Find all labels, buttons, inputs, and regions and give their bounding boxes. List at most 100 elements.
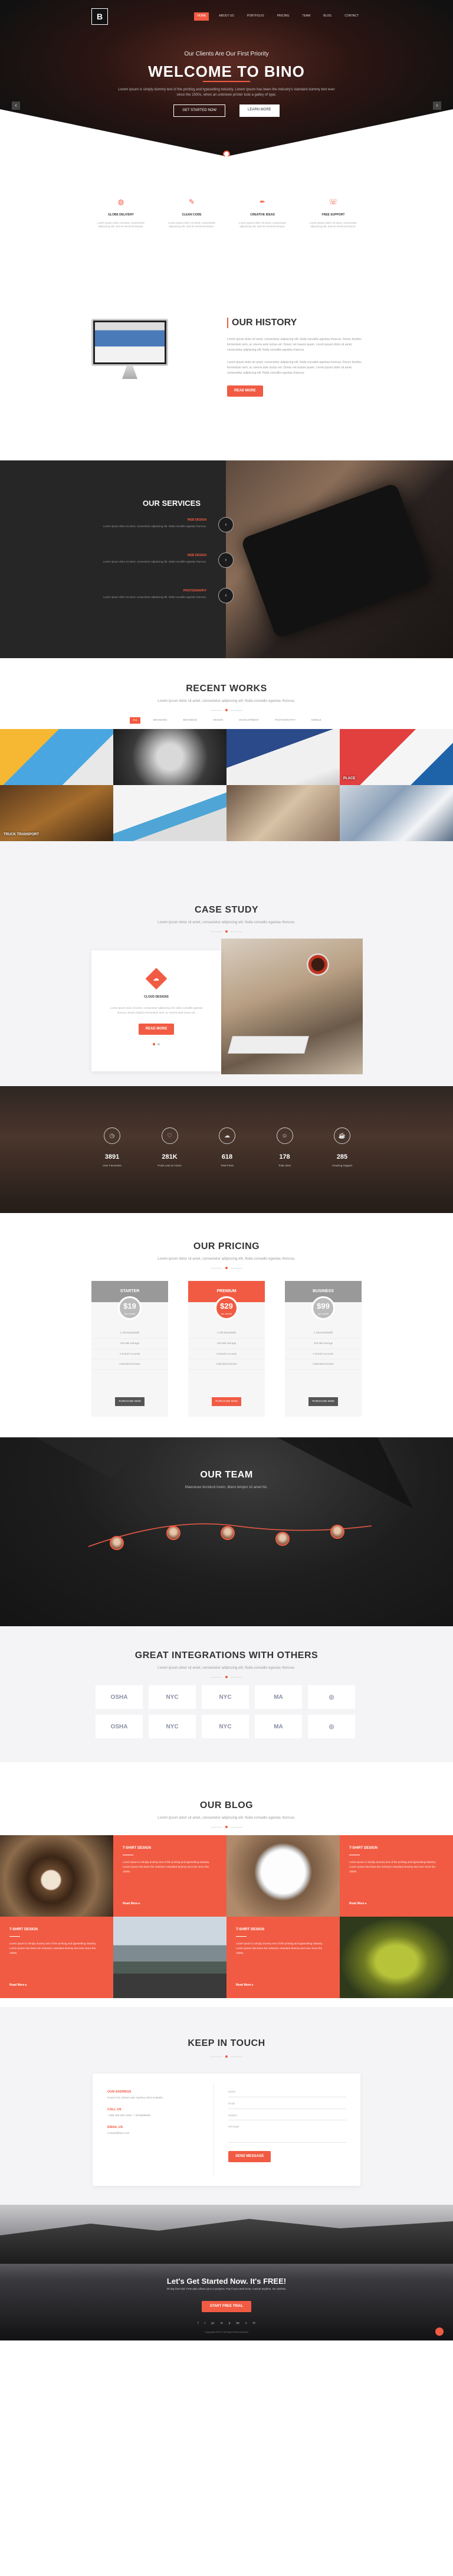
page-dot[interactable] xyxy=(157,1042,160,1045)
portfolio-tile[interactable]: PLACE xyxy=(340,729,453,785)
blog-post[interactable]: T-SHIRT DESIGN Lorem ipsum is simply dum… xyxy=(340,1835,453,1917)
feature-title: GLOBE DELIVERY xyxy=(108,213,134,217)
partner-logo[interactable]: MA xyxy=(255,1685,302,1709)
filter-item[interactable]: BRANDING xyxy=(180,717,201,724)
slider-prev-arrow-icon[interactable]: ‹ xyxy=(12,102,20,110)
filter-all[interactable]: ALL xyxy=(130,717,141,724)
portfolio-tile[interactable] xyxy=(113,785,226,841)
case-read-more-button[interactable]: READ MORE xyxy=(138,1023,175,1035)
team-member-avatar[interactable] xyxy=(166,1526,180,1540)
partner-logo[interactable]: NYC xyxy=(149,1685,196,1709)
slider-next-arrow-icon[interactable]: › xyxy=(433,102,441,110)
filter-item[interactable]: DESIGN xyxy=(210,717,226,724)
portfolio-tile[interactable] xyxy=(226,729,340,785)
contact-box: OUR ADDRESS House #13, Street road, Sydn… xyxy=(93,2074,360,2186)
team-member-avatar[interactable] xyxy=(110,1536,124,1550)
history-read-more-button[interactable]: READ MORE xyxy=(227,385,263,397)
page-dot[interactable] xyxy=(153,1042,155,1045)
portfolio-tile[interactable] xyxy=(113,729,226,785)
filter-item[interactable]: MOBILE xyxy=(308,717,324,724)
service-item: WEB DESIGN Lorem ipsum dolor sit amet, c… xyxy=(103,518,206,528)
partner-logo[interactable]: NYC xyxy=(202,1685,249,1709)
stats-section: ◷ 3891 User Favourites ♡ 281K Posts Last 24 … xyxy=(0,1086,453,1213)
behance-icon[interactable]: be xyxy=(236,2322,239,2326)
subject-field[interactable]: Subject xyxy=(228,2109,346,2121)
cup-icon: ☕ xyxy=(334,1127,350,1144)
history-section: OUR HISTORY Lorem ipsum dolor sit amet, … xyxy=(0,283,453,460)
team-member-avatar[interactable] xyxy=(221,1526,235,1540)
hero-divider xyxy=(203,81,250,82)
email-field[interactable]: Email xyxy=(228,2097,346,2109)
linkedin-icon[interactable]: in xyxy=(221,2322,223,2326)
message-field[interactable]: Message xyxy=(228,2120,346,2143)
google-plus-icon[interactable]: g+ xyxy=(211,2322,215,2326)
blog-title: OUR BLOG xyxy=(199,1800,254,1810)
partner-logo[interactable]: ◎ xyxy=(308,1685,355,1709)
integrations-title: GREAT INTEGRATIONS WITH OTHERS xyxy=(134,1650,319,1660)
case-title: CASE STUDY xyxy=(194,905,259,915)
blog-post[interactable]: T-SHIRT DESIGN Lorem ipsum is simply dum… xyxy=(113,1835,226,1917)
contact-section: KEEP IN TOUCH OUR ADDRESS House #13, Str… xyxy=(0,2007,453,2205)
scroll-down-icon[interactable] xyxy=(223,151,230,156)
nav-item-team[interactable]: TEAM xyxy=(299,12,313,21)
portfolio-tile[interactable] xyxy=(226,785,340,841)
nav-item-home[interactable]: HOME xyxy=(194,12,209,21)
mail-icon[interactable]: ✉ xyxy=(253,2322,255,2326)
send-message-button[interactable]: SEND MESSAGE xyxy=(228,2151,271,2163)
read-more-link[interactable]: Read More ▸ xyxy=(236,1983,253,1988)
partner-logo[interactable]: MA xyxy=(255,1715,302,1738)
heart-icon: ♡ xyxy=(161,1127,178,1144)
service-toggle-icon[interactable]: ‹ xyxy=(218,553,234,568)
feature-desc: Lorem ipsum dolor sit amet, consectetur … xyxy=(309,221,357,228)
read-more-link[interactable]: Read More ▸ xyxy=(349,1902,366,1907)
blog-post[interactable]: T-SHIRT DESIGN Lorem ipsum is simply dum… xyxy=(0,1917,113,1998)
nav-item-contact[interactable]: CONTACT xyxy=(342,12,362,21)
pinterest-icon[interactable]: p xyxy=(229,2322,231,2326)
read-more-link[interactable]: Read More ▸ xyxy=(123,1902,140,1907)
blog-section: OUR BLOG Lorem ipsum dolor sit amet, con… xyxy=(0,1762,453,2007)
portfolio-tile[interactable] xyxy=(0,729,113,785)
pricing-table-starter: STARTER $19 per month 1 GB Bandwidth 100 M… xyxy=(91,1281,168,1417)
blog-subtitle: Lorem ipsum dolor sit amet, consectetur … xyxy=(157,1816,296,1820)
partner-logo[interactable]: OSHA xyxy=(96,1685,143,1709)
history-para: Lorem ipsum dolor sit amet, consectetur … xyxy=(227,338,362,352)
service-toggle-icon[interactable]: ‹ xyxy=(218,588,234,603)
hero-section: B HOME ABOUT US PORTFOLIO PRICING TEAM B… xyxy=(0,0,453,156)
name-field[interactable]: Name xyxy=(228,2085,346,2097)
integration-logos: OSHA NYC NYC MA ◎ OSHA NYC NYC MA ◎ xyxy=(96,1685,358,1738)
nav-item-blog[interactable]: BLOG xyxy=(320,12,334,21)
nav-item-about[interactable]: ABOUT US xyxy=(216,12,237,21)
stat-item: ☁ 618 Total Posts xyxy=(206,1127,248,1168)
nav-item-pricing[interactable]: PRICING xyxy=(274,12,293,21)
start-free-trial-button[interactable]: START FREE TRIAL xyxy=(202,2301,251,2312)
read-more-link[interactable]: Read More ▸ xyxy=(9,1983,27,1988)
partner-logo[interactable]: NYC xyxy=(149,1715,196,1738)
team-member-avatar[interactable] xyxy=(330,1525,344,1539)
blog-post[interactable]: T-SHIRT DESIGN Lorem ipsum is simply dum… xyxy=(226,1917,340,1998)
back-to-top-icon[interactable] xyxy=(435,2327,444,2336)
site-logo[interactable]: B xyxy=(91,8,108,25)
stat-item: ☕ 285 Amazing Support xyxy=(321,1127,363,1168)
partner-logo[interactable]: ◎ xyxy=(308,1715,355,1738)
stat-item: ♡ 281K Posts Last 24 Hours xyxy=(149,1127,191,1168)
purchase-button[interactable]: PURCHASE NOW xyxy=(308,1397,338,1406)
nav-item-portfolio[interactable]: PORTFOLIO xyxy=(244,12,267,21)
portfolio-tile[interactable]: TRUCK TRANSPORT xyxy=(0,785,113,841)
filter-item[interactable]: PHOTOGRAPHY xyxy=(272,717,298,724)
feature-title: CREATIVE IDEAS xyxy=(250,213,275,217)
filter-item[interactable]: BRANDING xyxy=(150,717,170,724)
partner-logo[interactable]: OSHA xyxy=(96,1715,143,1738)
filter-item[interactable]: DEVELOPMENT xyxy=(236,717,262,724)
partner-logo[interactable]: NYC xyxy=(202,1715,249,1738)
service-toggle-icon[interactable]: ‹ xyxy=(218,517,234,532)
plan-price: $29 per month xyxy=(215,1296,238,1320)
portfolio-tile[interactable] xyxy=(340,785,453,841)
feature-desc: Lorem ipsum dolor sit amet, consectetur … xyxy=(238,221,287,228)
purchase-button[interactable]: PURCHASE NOW xyxy=(115,1397,145,1406)
team-title: OUR TEAM xyxy=(200,1470,253,1480)
cloud-icon: ☁ xyxy=(219,1127,235,1144)
team-member-avatar[interactable] xyxy=(275,1532,290,1546)
vimeo-icon[interactable]: v xyxy=(245,2322,247,2326)
works-title: RECENT WORKS xyxy=(186,684,267,694)
purchase-button[interactable]: PURCHASE NOW xyxy=(212,1397,241,1406)
